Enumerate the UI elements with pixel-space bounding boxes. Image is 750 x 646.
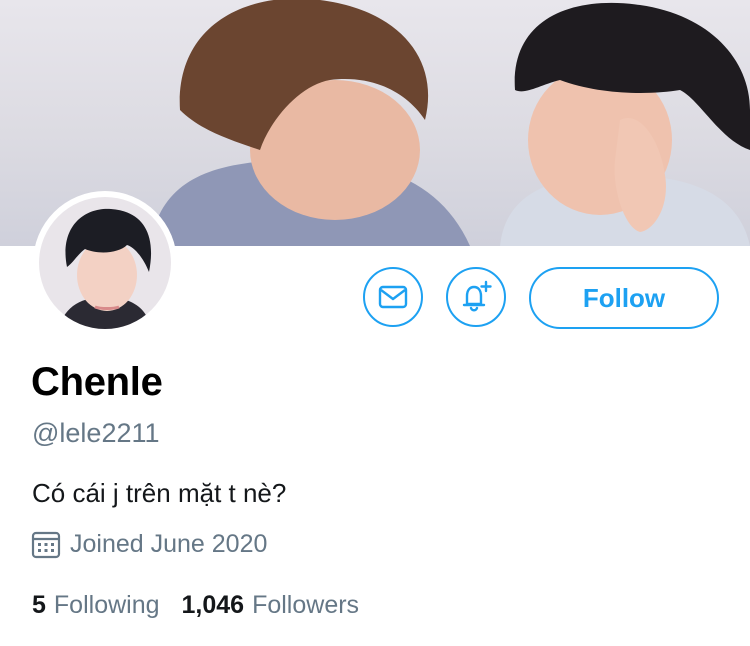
following-link[interactable]: 5 Following xyxy=(32,591,160,620)
follow-button[interactable]: Follow xyxy=(529,267,719,329)
follow-button-label: Follow xyxy=(582,282,666,313)
notifications-button[interactable] xyxy=(446,267,506,327)
followers-link[interactable]: 1,046 Followers xyxy=(182,591,360,620)
followers-label: Followers xyxy=(252,591,360,619)
envelope-icon xyxy=(378,285,408,309)
followers-count: 1,046 xyxy=(181,591,245,619)
calendar-icon xyxy=(31,531,61,558)
avatar-image xyxy=(39,197,171,329)
following-label: Following xyxy=(53,591,160,619)
joined-text: Joined June 2020 xyxy=(70,530,268,558)
avatar[interactable] xyxy=(33,191,177,335)
following-count: 5 xyxy=(32,591,46,619)
display-name: Chenle xyxy=(31,360,163,404)
bell-plus-icon xyxy=(462,280,492,312)
user-bio: Có cái j trên mặt t nè? xyxy=(32,478,287,508)
message-button[interactable] xyxy=(363,267,423,327)
profile-stats: 5 Following 1,046 Followers xyxy=(32,591,381,620)
joined-date: Joined June 2020 xyxy=(31,530,267,559)
user-handle: @lele2211 xyxy=(32,418,160,448)
